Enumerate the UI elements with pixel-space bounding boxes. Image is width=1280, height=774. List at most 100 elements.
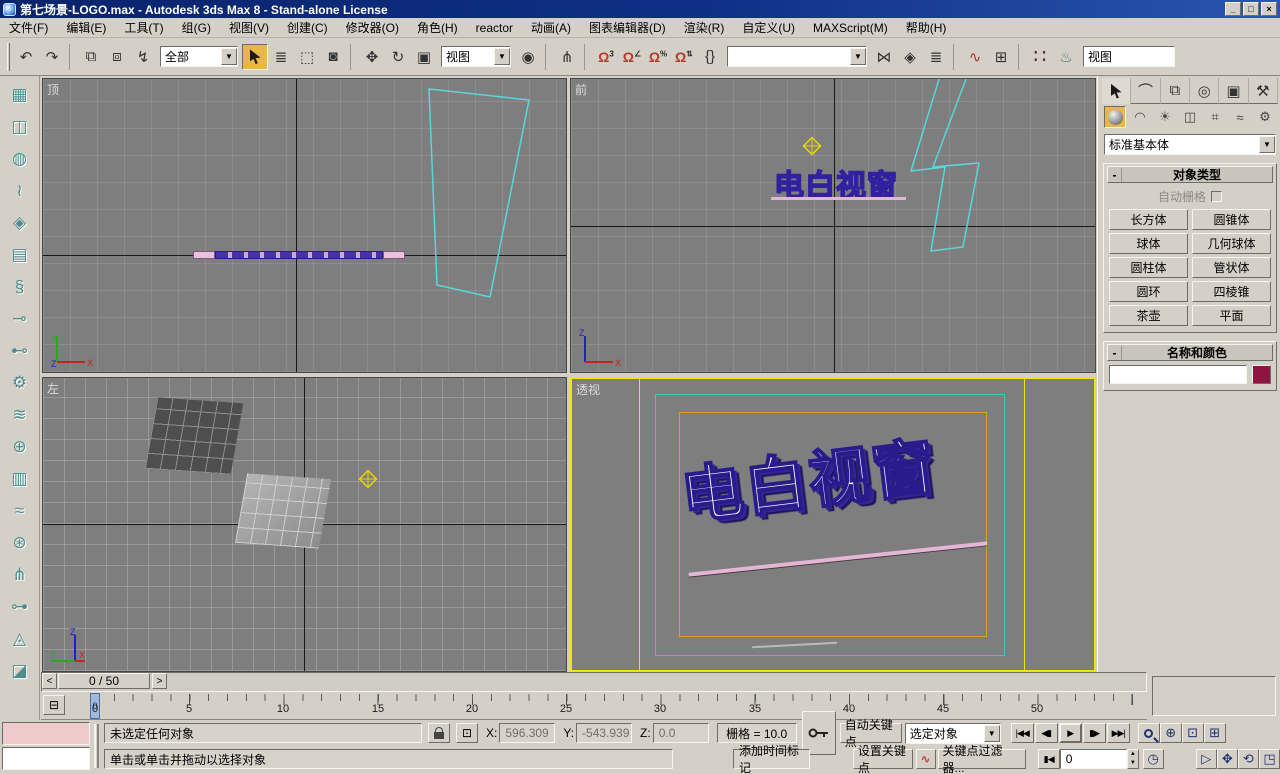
- select-by-name-button[interactable]: ≣: [268, 44, 294, 70]
- zoom-all-button[interactable]: ⊕: [1160, 723, 1182, 743]
- frame-spinner[interactable]: ▲▼: [1127, 749, 1139, 769]
- play-button[interactable]: ▶: [1059, 723, 1082, 743]
- spinner-up-icon[interactable]: ▲: [1128, 750, 1138, 759]
- menu-customize[interactable]: 自定义(U): [733, 17, 804, 38]
- dropdown-arrow-icon[interactable]: ▼: [850, 48, 866, 65]
- z-coord-field[interactable]: 0.0: [653, 723, 709, 743]
- name-color-rollout-header[interactable]: - 名称和颜色: [1107, 344, 1273, 361]
- minimize-button[interactable]: _: [1225, 2, 1241, 16]
- schematic-view-button[interactable]: ⊞: [988, 44, 1014, 70]
- percent-snap-button[interactable]: Ω%: [645, 44, 671, 70]
- select-object-button[interactable]: [242, 44, 268, 70]
- y-coord-field[interactable]: -543.939: [576, 723, 632, 743]
- menu-file[interactable]: 文件(F): [0, 17, 57, 38]
- undo-button[interactable]: ↶: [13, 44, 39, 70]
- tab-hierarchy[interactable]: ⧉: [1161, 78, 1190, 104]
- linear-dashpot-icon[interactable]: ⊸: [5, 304, 35, 334]
- toolbar-grip[interactable]: [7, 43, 10, 71]
- sub-spacewarps[interactable]: ≈: [1229, 106, 1251, 128]
- viewport-front[interactable]: 前 电白视窗 Z X: [570, 78, 1096, 373]
- mesh-patch-light[interactable]: [235, 473, 331, 548]
- render-viewport-dropdown[interactable]: 视图: [1083, 46, 1175, 67]
- dropdown-arrow-icon[interactable]: ▼: [984, 725, 1000, 742]
- restore-button[interactable]: □: [1243, 2, 1259, 16]
- autogrid-checkbox[interactable]: [1211, 191, 1222, 202]
- sub-helpers[interactable]: ⌗: [1204, 106, 1226, 128]
- sub-systems[interactable]: ⚙: [1254, 106, 1276, 128]
- select-and-scale-button[interactable]: ▣: [411, 44, 437, 70]
- menu-reactor[interactable]: reactor: [467, 19, 522, 37]
- water-icon[interactable]: ≈: [5, 496, 35, 526]
- named-selection-sets-button[interactable]: {}: [697, 44, 723, 70]
- box-button[interactable]: 长方体: [1109, 209, 1188, 230]
- hinge-constraint-icon[interactable]: ⊶: [5, 592, 35, 622]
- window-crossing-button[interactable]: ◙: [320, 44, 346, 70]
- motor-icon[interactable]: ⚙: [5, 368, 35, 398]
- deforming-mesh-collection-icon[interactable]: ◈: [5, 208, 35, 238]
- fracture-icon[interactable]: ▥: [5, 464, 35, 494]
- redo-button[interactable]: ↷: [39, 44, 65, 70]
- menu-tools[interactable]: 工具(T): [115, 17, 172, 38]
- pyramid-button[interactable]: 四棱锥: [1192, 281, 1271, 302]
- absolute-offset-toggle-button[interactable]: ⊡: [456, 723, 478, 743]
- menu-maxscript[interactable]: MAXScript(M): [804, 19, 897, 37]
- menu-rendering[interactable]: 渲染(R): [675, 17, 734, 38]
- cloth-collection-icon[interactable]: ◫: [5, 112, 35, 142]
- dropdown-arrow-icon[interactable]: ▼: [1259, 136, 1275, 153]
- align-button[interactable]: ◈: [897, 44, 923, 70]
- teapot-button[interactable]: 茶壶: [1109, 305, 1188, 326]
- menu-create[interactable]: 创建(C): [278, 17, 337, 38]
- select-and-manipulate-button[interactable]: ⋔: [554, 44, 580, 70]
- selection-filter-dropdown[interactable]: 全部 ▼: [160, 46, 238, 67]
- menu-modifiers[interactable]: 修改器(O): [337, 17, 408, 38]
- key-mode-curve-toggle[interactable]: ∿: [916, 749, 936, 769]
- selection-lock-button[interactable]: [428, 723, 450, 743]
- current-frame-field[interactable]: 0: [1060, 749, 1127, 769]
- dropdown-arrow-icon[interactable]: ▼: [221, 48, 237, 65]
- rope-collection-icon[interactable]: ≀: [5, 176, 35, 206]
- menu-animation[interactable]: 动画(A): [522, 17, 580, 38]
- tab-modify[interactable]: ⌒: [1131, 78, 1160, 104]
- go-to-start-button[interactable]: |◀◀: [1011, 723, 1034, 743]
- zoom-extents-all-button[interactable]: ⊞: [1204, 723, 1226, 743]
- maxscript-mini-input[interactable]: [2, 747, 90, 770]
- curve-editor-button[interactable]: ∿: [962, 44, 988, 70]
- time-slider-prev-button[interactable]: <: [42, 673, 57, 689]
- mirror-button[interactable]: ⋈: [871, 44, 897, 70]
- angle-snap-button[interactable]: Ω∠: [619, 44, 645, 70]
- menu-character[interactable]: 角色(H): [408, 17, 467, 38]
- go-to-end-button[interactable]: ▶▶|: [1107, 723, 1130, 743]
- close-button[interactable]: ×: [1261, 2, 1277, 16]
- constraint-solver-icon[interactable]: ⊛: [5, 528, 35, 558]
- rag-doll-constraint-icon[interactable]: ⋔: [5, 560, 35, 590]
- plane-button[interactable]: 平面: [1192, 305, 1271, 326]
- cone-button[interactable]: 圆锥体: [1192, 209, 1271, 230]
- cylinder-button[interactable]: 圆柱体: [1109, 257, 1188, 278]
- soft-body-collection-icon[interactable]: ◍: [5, 144, 35, 174]
- prismatic-constraint-icon[interactable]: ◪: [5, 656, 35, 686]
- angular-dashpot-icon[interactable]: ⊷: [5, 336, 35, 366]
- snap-toggle-button[interactable]: Ω3: [593, 44, 619, 70]
- time-slider-next-button[interactable]: >: [152, 673, 167, 689]
- sphere-button[interactable]: 球体: [1109, 233, 1188, 254]
- select-and-move-button[interactable]: ✥: [359, 44, 385, 70]
- menu-edit[interactable]: 编辑(E): [57, 17, 115, 38]
- select-and-link-button[interactable]: ⧉: [78, 44, 104, 70]
- viewport-left[interactable]: 左 Z X Y: [42, 377, 567, 672]
- zoom-button[interactable]: [1138, 723, 1160, 743]
- named-selection-dropdown[interactable]: ▼: [727, 46, 867, 67]
- set-key-button[interactable]: 设置关键点: [853, 749, 913, 769]
- geosphere-button[interactable]: 几何球体: [1192, 233, 1271, 254]
- rigid-body-collection-icon[interactable]: ▦: [5, 80, 35, 110]
- use-pivot-center-button[interactable]: ◉: [515, 44, 541, 70]
- next-frame-button[interactable]: ▮▶: [1083, 723, 1106, 743]
- key-selection-set-dropdown[interactable]: 选定对象 ▼: [905, 723, 1001, 744]
- menu-help[interactable]: 帮助(H): [897, 17, 956, 38]
- spinner-snap-button[interactable]: Ω⇅: [671, 44, 697, 70]
- unlink-selection-button[interactable]: ⧈: [104, 44, 130, 70]
- select-and-rotate-button[interactable]: ↻: [385, 44, 411, 70]
- collapse-icon[interactable]: -: [1108, 346, 1122, 360]
- sub-lights[interactable]: ☀: [1154, 106, 1176, 128]
- key-filters-button[interactable]: 关键点过滤器...: [938, 749, 1026, 769]
- spring-icon[interactable]: §: [5, 272, 35, 302]
